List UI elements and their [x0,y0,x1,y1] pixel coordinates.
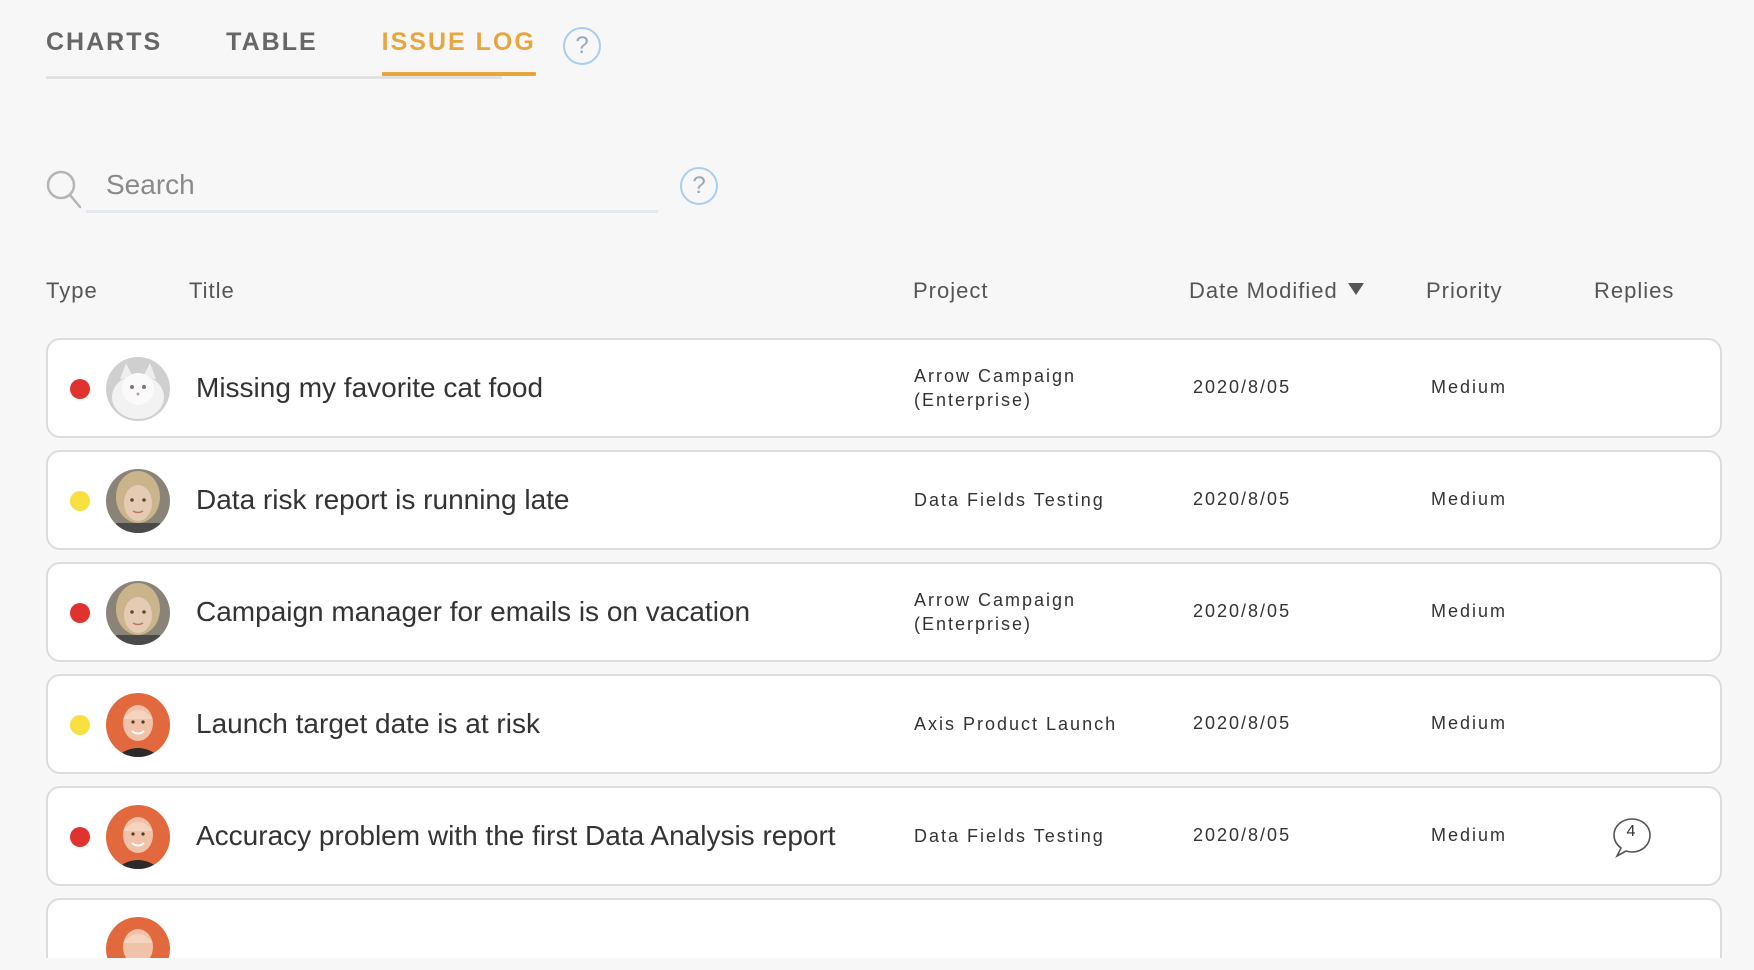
table-row[interactable]: Launch target date is at risk Axis Produ… [46,674,1722,774]
issue-priority: Medium [1431,713,1508,733]
issue-project-text: Arrow Campaign (Enterprise) [914,590,1077,634]
issue-project-text: Arrow Campaign (Enterprise) [914,366,1077,410]
issue-project: Data Fields Testing [914,452,1154,548]
table-row[interactable]: Accuracy problem with the first Data Ana… [46,786,1722,886]
help-glyph: ? [575,32,589,59]
avatar [106,805,170,869]
column-header-replies[interactable]: Replies [1594,278,1674,304]
search-input[interactable] [86,166,658,213]
avatar [106,693,170,757]
column-header-type[interactable]: Type [46,278,98,304]
issue-title: Launch target date is at risk [196,708,540,739]
issue-date: 2020/8/05 [1193,489,1292,509]
table-row[interactable] [46,898,1722,958]
reply-count: 4 [1626,823,1636,840]
tab-track [46,76,502,79]
type-indicator-red [70,827,90,847]
issue-priority: Medium [1431,601,1508,621]
search-help-icon[interactable]: ? [680,167,718,205]
help-glyph: ? [692,172,706,199]
type-indicator-red [70,603,90,623]
issue-priority: Medium [1431,377,1508,397]
help-icon[interactable]: ? [563,27,601,65]
issue-priority: Medium [1431,825,1508,845]
type-indicator-yellow [70,491,90,511]
avatar [106,469,170,533]
type-indicator-red [70,379,90,399]
issue-project: Axis Product Launch [914,676,1154,772]
issue-title: Accuracy problem with the first Data Ana… [196,820,836,851]
issue-project: Arrow Campaign (Enterprise) [914,564,1154,660]
table-header: Type Title Project Date Modified Priorit… [46,278,1722,308]
column-header-date-label: Date Modified [1189,278,1338,303]
search-icon [46,170,82,209]
type-indicator-yellow [70,715,90,735]
issue-project-text: Data Fields Testing [914,826,1105,846]
view-tabs: CHARTS TABLE ISSUE LOG [46,28,600,76]
issue-title: Missing my favorite cat food [196,372,544,403]
issue-title: Campaign manager for emails is on vacati… [196,596,751,627]
issue-priority: Medium [1431,489,1508,509]
issue-date: 2020/8/05 [1193,601,1292,621]
issue-date: 2020/8/05 [1193,825,1292,845]
issue-title: Data risk report is running late [196,484,570,515]
issue-date: 2020/8/05 [1193,713,1292,733]
issue-project: Data Fields Testing [914,788,1154,884]
avatar [106,917,170,958]
column-header-project[interactable]: Project [913,278,988,304]
issue-list: Missing my favorite cat food Arrow Campa… [46,338,1722,970]
issue-project-text: Axis Product Launch [914,714,1118,734]
avatar [106,581,170,645]
issue-date: 2020/8/05 [1193,377,1292,397]
search-bar [46,166,658,213]
issue-project: Arrow Campaign (Enterprise) [914,340,1154,436]
sort-desc-icon [1347,283,1364,295]
replies-badge[interactable]: 4 [1611,816,1655,860]
tab-issue-log[interactable]: ISSUE LOG [381,28,536,76]
table-row[interactable]: Missing my favorite cat food Arrow Campa… [46,338,1722,438]
avatar [106,357,170,421]
column-header-title[interactable]: Title [189,278,235,304]
table-row[interactable]: Data risk report is running late Data Fi… [46,450,1722,550]
tab-table[interactable]: TABLE [226,28,317,73]
column-header-date-modified[interactable]: Date Modified [1189,278,1364,304]
column-header-priority[interactable]: Priority [1426,278,1502,304]
tab-charts[interactable]: CHARTS [46,28,162,73]
issue-project-text: Data Fields Testing [914,490,1105,510]
table-row[interactable]: Campaign manager for emails is on vacati… [46,562,1722,662]
